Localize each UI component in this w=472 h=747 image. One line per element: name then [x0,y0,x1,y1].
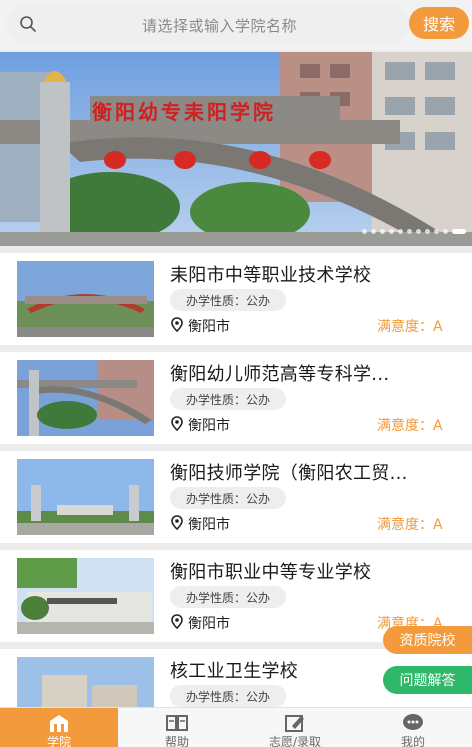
school-satisfaction: 满意度：A [377,517,443,533]
school-city: 衡阳市 [188,319,230,335]
school-name: 耒阳市中等职业技术学校 [170,265,372,286]
location-pin-icon [171,614,183,629]
tab-label: 志愿/录取 [268,735,322,747]
school-icon [48,713,70,733]
school-name: 衡阳市职业中等专业学校 [170,562,372,583]
carousel-dot[interactable] [407,229,412,234]
carousel-dot[interactable] [443,229,448,234]
banner-image [0,52,472,246]
banner-sign-text: 衡阳幼专耒阳学院 [92,100,276,124]
school-thumbnail [17,459,154,535]
school-nature-badge: 办学性质：公办 [170,289,287,311]
search-icon [20,16,36,32]
location-pin-icon [171,317,183,332]
search-input[interactable]: 请选择或输入学院名称 [6,5,410,43]
banner-carousel[interactable]: 衡阳幼专耒阳学院 [0,52,472,246]
school-thumbnail [17,261,154,337]
carousel-dot[interactable] [362,229,367,234]
carousel-indicator [362,229,466,234]
tab-chat[interactable]: 我的 [354,708,472,747]
school-city: 衡阳市 [188,616,230,632]
school-thumbnail [17,360,154,436]
book-icon [166,713,188,733]
tab-label: 帮助 [164,735,189,747]
location-pin-icon [171,515,183,530]
tab-edit[interactable]: 志愿/录取 [236,708,354,747]
carousel-dot[interactable] [416,229,421,234]
school-satisfaction: 满意度：A [377,418,443,434]
school-card[interactable]: 衡阳技师学院（衡阳农工贸... 办学性质：公办衡阳市 满意度：A [0,451,472,543]
school-card[interactable]: 衡阳幼儿师范高等专科学... 办学性质：公办衡阳市 满意度：A [0,352,472,444]
search-placeholder: 请选择或输入学院名称 [142,17,298,35]
school-name: 衡阳技师学院（衡阳农工贸... [170,463,408,484]
edit-icon [284,713,306,733]
school-nature-badge: 办学性质：公办 [170,487,287,509]
carousel-dot[interactable] [452,229,466,234]
search-button[interactable]: 搜索 [409,7,469,39]
school-nature-badge: 办学性质：公办 [170,388,287,410]
carousel-dot[interactable] [389,229,394,234]
tab-school[interactable]: 学院 [0,708,118,747]
school-thumbnail [17,558,154,634]
school-city: 衡阳市 [188,418,230,434]
chat-icon [402,713,424,733]
carousel-dot[interactable] [425,229,430,234]
school-city: 衡阳市 [188,517,230,533]
school-card[interactable]: 耒阳市中等职业技术学校 办学性质：公办衡阳市 满意度：A [0,253,472,345]
faq-button[interactable]: 问题解答 [383,666,472,694]
tab-book[interactable]: 帮助 [118,708,236,747]
school-satisfaction: 满意度：A [377,319,443,335]
location-pin-icon [171,416,183,431]
search-bar: 请选择或输入学院名称 搜索 [0,0,472,50]
carousel-dot[interactable] [398,229,403,234]
tab-label: 学院 [46,735,71,747]
tab-label: 我的 [400,735,425,747]
carousel-dot[interactable] [434,229,439,234]
carousel-dot[interactable] [371,229,376,234]
school-nature-badge: 办学性质：公办 [170,586,287,608]
qualified-schools-button[interactable]: 资质院校 [383,626,472,654]
school-nature-badge: 办学性质：公办 [170,685,287,707]
school-name: 衡阳幼儿师范高等专科学... [170,364,390,385]
bottom-tab-bar: 学院 帮助 志愿/录取 我的 [0,707,472,747]
carousel-dot[interactable] [380,229,385,234]
